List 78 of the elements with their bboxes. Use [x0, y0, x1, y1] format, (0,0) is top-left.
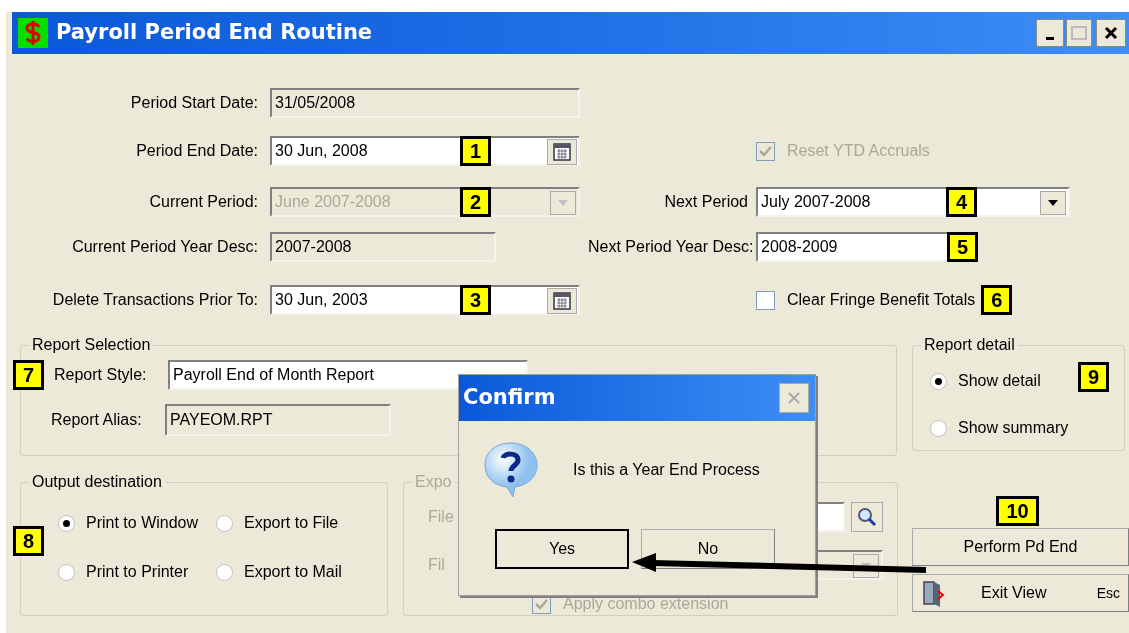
dialog-button[interactable]: Yes [495, 529, 629, 569]
dollar-icon [18, 18, 48, 48]
text-field[interactable]: 31/05/2008 [270, 88, 580, 118]
calendar-icon [553, 292, 571, 310]
close-button[interactable] [1096, 19, 1126, 47]
field-label: Next Period [663, 192, 748, 212]
radio-label: Show detail [958, 371, 1041, 391]
search-icon [857, 507, 877, 527]
dropdown-field[interactable]: July 2007-2008 4 [756, 187, 1070, 217]
checkbox-label: Clear Fringe Benefit Totals [787, 290, 976, 310]
number-badge: 9 [1078, 362, 1109, 392]
field-label: Fil [428, 555, 445, 575]
radio-button[interactable] [216, 563, 233, 581]
group-title: Report Selection [31, 335, 152, 355]
shortcut-label: Esc [1096, 583, 1120, 603]
radio-button[interactable] [216, 514, 233, 532]
number-badge: 1 [460, 136, 491, 166]
question-icon [483, 441, 539, 499]
number-badge: 4 [946, 187, 977, 217]
radio-label: Print to Window [86, 513, 199, 533]
field-label: File [428, 507, 454, 527]
minimize-icon [1046, 36, 1054, 40]
field-label: Current Period: [148, 192, 258, 212]
dialog-message: Is this a Year End Process [573, 460, 760, 480]
number-badge: 5 [947, 232, 978, 262]
radio-label: Show summary [958, 418, 1069, 438]
check-icon [759, 145, 772, 157]
radio-button[interactable] [58, 514, 75, 532]
checkbox-label: Apply combo extension [563, 594, 729, 614]
door-icon [921, 579, 945, 607]
field-value: July 2007-2008 [760, 192, 871, 212]
number-badge: 6 [981, 285, 1013, 315]
radio-label: Export to File [244, 513, 339, 533]
field-label: Current Period Year Desc: [71, 237, 258, 257]
checkbox[interactable] [756, 290, 775, 310]
group-title: Report detail [923, 335, 1016, 355]
perform-button[interactable]: Perform Pd End [912, 528, 1129, 566]
number-badge: 7 [13, 360, 44, 390]
field-label: Period End Date: [135, 141, 258, 161]
text-field[interactable]: PAYEOM.RPT [165, 404, 391, 436]
number-badge: 3 [460, 285, 491, 315]
field-value: 2008-2009 [760, 237, 838, 257]
calendar-button[interactable] [547, 288, 577, 314]
field-label: Report Alias: [51, 410, 143, 430]
maximize-icon [1071, 26, 1087, 40]
field-value: 30 Jun, 2003 [274, 290, 368, 310]
close-icon [1104, 26, 1118, 40]
radio-button[interactable] [930, 419, 947, 437]
calendar-button[interactable] [547, 139, 577, 165]
window-title: Payroll Period End Routine [56, 19, 373, 47]
number-badge: 2 [460, 187, 491, 217]
field-label: Period Start Date: [129, 93, 258, 113]
text-field[interactable]: 2007-2008 [270, 232, 496, 262]
exit-view-button[interactable]: Exit View Esc [912, 574, 1129, 612]
checkbox-label: Reset YTD Accruals [787, 141, 930, 161]
caret-icon [557, 199, 569, 207]
radio-label: Export to Mail [244, 562, 342, 582]
date-field[interactable]: 30 Jun, 2003 3 [270, 285, 580, 315]
number-badge: 10 [996, 496, 1039, 526]
group-title: Output destination [31, 472, 163, 492]
calendar-icon [553, 143, 571, 161]
number-badge: 8 [13, 526, 44, 556]
text-field[interactable]: 2008-2009 5 [756, 232, 978, 262]
field-label: Delete Transactions Prior To: [51, 290, 258, 310]
caret-icon [1047, 199, 1059, 207]
field-value: 30 Jun, 2008 [274, 141, 368, 161]
radio-button[interactable] [58, 563, 75, 581]
field-label: Report Style: [54, 365, 148, 385]
dropdown-button[interactable] [1040, 191, 1066, 215]
radio-label: Print to Printer [86, 562, 189, 582]
field-value: June 2007-2008 [274, 192, 391, 212]
close-icon [787, 391, 801, 405]
date-field[interactable]: 30 Jun, 2008 1 [270, 136, 580, 166]
check-icon [535, 598, 548, 610]
search-button[interactable] [851, 502, 883, 532]
minimize-button[interactable] [1036, 19, 1064, 47]
group-title: Expo [414, 472, 453, 492]
radio-button[interactable] [930, 372, 947, 390]
